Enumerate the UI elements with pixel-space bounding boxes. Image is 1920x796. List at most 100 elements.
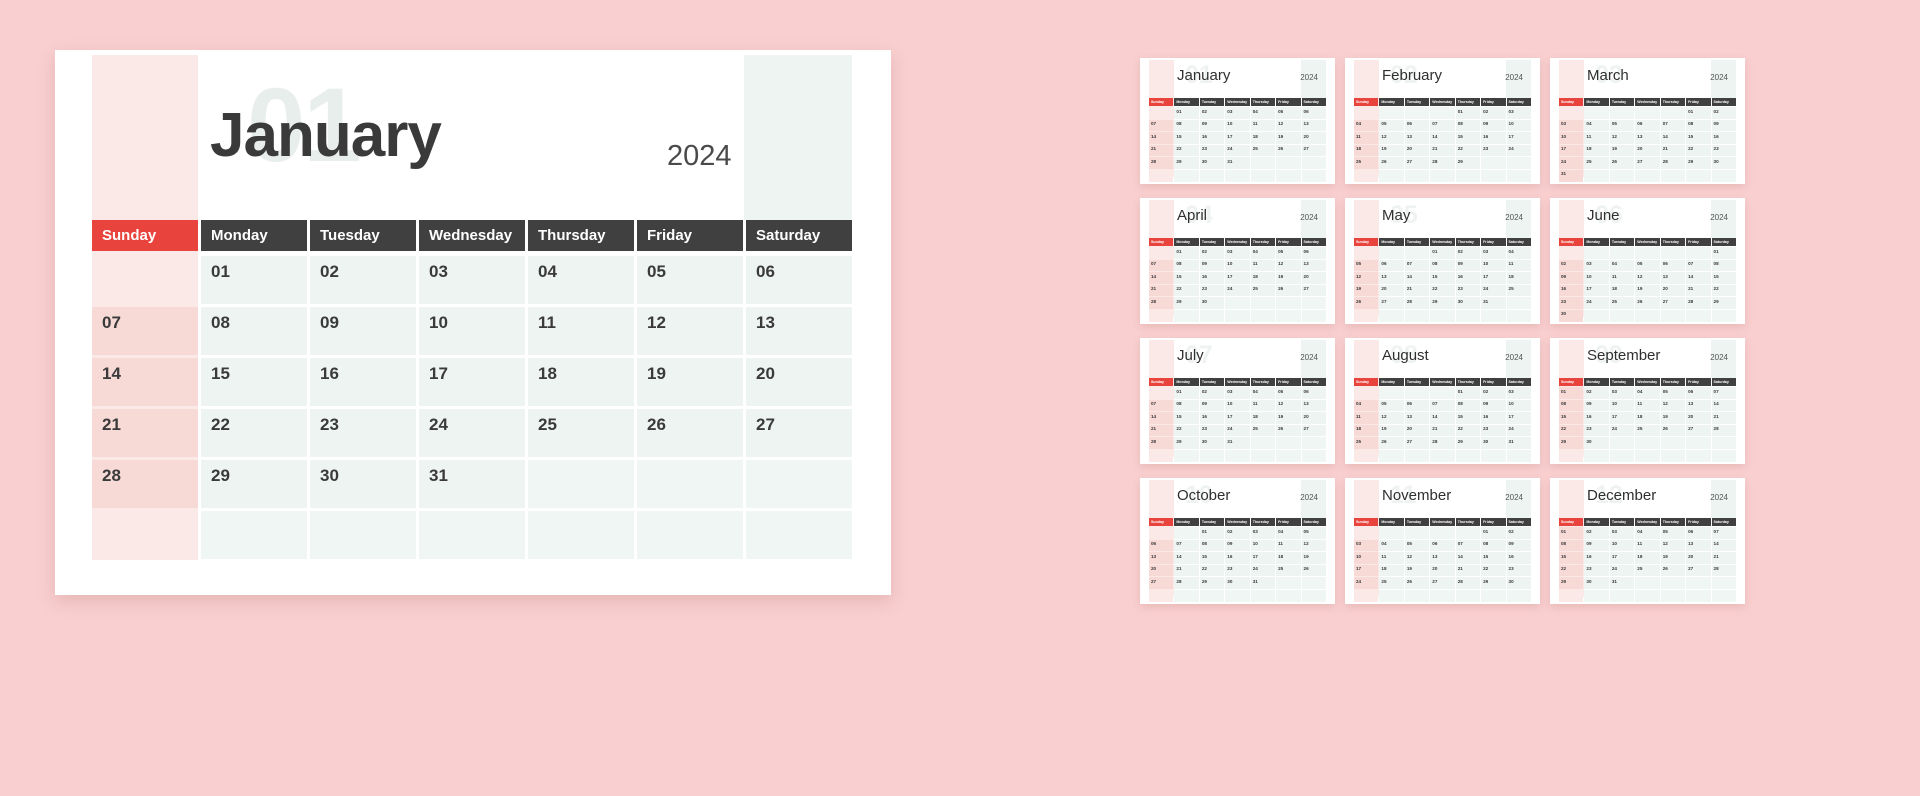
mini-date-cell[interactable]: 13 <box>1404 412 1430 424</box>
mini-date-cell[interactable]: 23 <box>1584 564 1609 577</box>
mini-date-cell[interactable]: 26 <box>1379 157 1404 169</box>
mini-date-cell[interactable]: 19 <box>1609 144 1635 157</box>
mini-date-cell[interactable]: 09 <box>1199 399 1225 412</box>
mini-date-cell[interactable]: 16 <box>1584 412 1609 424</box>
mini-date-cell[interactable]: 28 <box>1660 157 1686 169</box>
mini-date-cell[interactable]: 07 <box>1711 387 1736 399</box>
mini-date-cell[interactable]: 27 <box>1686 564 1711 577</box>
mini-date-cell[interactable]: 09 <box>1455 259 1481 272</box>
mini-date-cell[interactable]: 02 <box>1455 247 1481 259</box>
mini-date-cell[interactable]: 20 <box>1149 564 1174 577</box>
mini-date-cell[interactable]: 01 <box>1686 107 1711 119</box>
mini-date-cell[interactable]: 14 <box>1404 272 1430 284</box>
date-cell[interactable]: 09 <box>310 307 416 355</box>
mini-date-cell[interactable]: 19 <box>1660 412 1686 424</box>
mini-date-cell[interactable]: 30 <box>1225 577 1250 589</box>
mini-date-cell[interactable]: 27 <box>1301 424 1326 437</box>
mini-date-cell[interactable]: 08 <box>1174 399 1199 412</box>
mini-date-cell[interactable]: 19 <box>1404 564 1430 577</box>
mini-date-cell[interactable]: 16 <box>1481 132 1506 144</box>
mini-date-cell[interactable]: 30 <box>1506 577 1531 589</box>
mini-date-cell[interactable]: 03 <box>1559 119 1584 132</box>
date-cell[interactable]: 19 <box>637 358 743 406</box>
mini-date-cell[interactable]: 14 <box>1455 552 1481 564</box>
mini-date-cell[interactable]: 18 <box>1250 272 1276 284</box>
mini-date-cell[interactable]: 16 <box>1506 552 1531 564</box>
mini-date-cell[interactable]: 06 <box>1149 539 1174 552</box>
date-cell[interactable]: 28 <box>92 460 198 508</box>
mini-calendar-april[interactable]: 04 April 2024 Sunday Monday Tuesday Wednesday T… <box>1140 198 1335 324</box>
mini-date-cell[interactable]: 28 <box>1430 437 1455 449</box>
mini-date-cell[interactable]: 07 <box>1149 259 1174 272</box>
mini-date-cell[interactable]: 09 <box>1559 272 1584 284</box>
mini-date-cell[interactable]: 11 <box>1354 132 1379 144</box>
mini-date-cell[interactable]: 17 <box>1609 552 1635 564</box>
mini-date-cell[interactable]: 03 <box>1481 247 1506 259</box>
mini-date-cell[interactable]: 12 <box>1379 132 1404 144</box>
mini-date-cell[interactable]: 01 <box>1455 387 1481 399</box>
mini-date-cell[interactable]: 31 <box>1225 157 1250 169</box>
mini-date-cell[interactable]: 27 <box>1430 577 1455 589</box>
mini-date-cell[interactable]: 25 <box>1635 564 1660 577</box>
date-cell[interactable]: 10 <box>419 307 525 355</box>
mini-date-cell[interactable]: 07 <box>1455 539 1481 552</box>
mini-date-cell[interactable]: 11 <box>1609 272 1635 284</box>
mini-date-cell[interactable]: 25 <box>1506 284 1531 297</box>
mini-date-cell[interactable]: 24 <box>1225 144 1250 157</box>
mini-calendar-june[interactable]: 06 June 2024 Sunday Monday Tuesday Wednesday Th… <box>1550 198 1745 324</box>
mini-date-cell[interactable]: 21 <box>1149 144 1174 157</box>
mini-date-cell[interactable]: 10 <box>1225 119 1250 132</box>
date-cell[interactable]: 31 <box>419 460 525 508</box>
mini-date-cell[interactable]: 13 <box>1149 552 1174 564</box>
mini-date-cell[interactable]: 01 <box>1481 527 1506 539</box>
mini-date-cell[interactable]: 17 <box>1584 284 1609 297</box>
date-cell[interactable]: 25 <box>528 409 634 457</box>
mini-date-cell[interactable]: 01 <box>1174 107 1199 119</box>
mini-calendar-may[interactable]: 05 May 2024 Sunday Monday Tuesday Wednesday Thu… <box>1345 198 1540 324</box>
mini-date-cell[interactable]: 26 <box>1301 564 1326 577</box>
mini-date-cell[interactable]: 14 <box>1149 412 1174 424</box>
mini-date-cell[interactable]: 23 <box>1199 284 1225 297</box>
mini-date-cell[interactable]: 12 <box>1660 399 1686 412</box>
mini-date-cell[interactable]: 29 <box>1174 297 1199 309</box>
mini-date-cell[interactable]: 04 <box>1354 399 1379 412</box>
mini-date-cell[interactable]: 02 <box>1481 387 1506 399</box>
mini-date-cell[interactable]: 22 <box>1686 144 1711 157</box>
mini-date-cell[interactable]: 22 <box>1174 144 1199 157</box>
mini-date-cell[interactable]: 28 <box>1686 297 1711 309</box>
mini-date-cell[interactable]: 04 <box>1354 119 1379 132</box>
mini-date-cell[interactable]: 04 <box>1635 527 1660 539</box>
mini-date-cell[interactable]: 24 <box>1584 297 1609 309</box>
mini-date-cell[interactable]: 21 <box>1430 144 1455 157</box>
mini-date-cell[interactable]: 27 <box>1379 297 1404 309</box>
mini-date-cell[interactable]: 07 <box>1149 399 1174 412</box>
mini-date-cell[interactable]: 08 <box>1686 119 1711 132</box>
mini-date-cell[interactable]: 06 <box>1301 247 1326 259</box>
mini-date-cell[interactable]: 13 <box>1301 259 1326 272</box>
mini-date-cell[interactable]: 01 <box>1430 247 1455 259</box>
mini-date-cell[interactable]: 25 <box>1250 424 1276 437</box>
mini-date-cell[interactable]: 21 <box>1174 564 1199 577</box>
mini-date-cell[interactable]: 11 <box>1584 132 1609 144</box>
date-cell[interactable]: 30 <box>310 460 416 508</box>
mini-date-cell[interactable]: 27 <box>1404 157 1430 169</box>
mini-date-cell[interactable]: 10 <box>1225 399 1250 412</box>
mini-date-cell[interactable]: 09 <box>1481 399 1506 412</box>
mini-date-cell[interactable]: 30 <box>1481 437 1506 449</box>
mini-date-cell[interactable]: 10 <box>1506 399 1531 412</box>
mini-date-cell[interactable]: 03 <box>1584 259 1609 272</box>
mini-date-cell[interactable]: 02 <box>1199 107 1225 119</box>
mini-date-cell[interactable]: 16 <box>1199 272 1225 284</box>
mini-date-cell[interactable]: 09 <box>1199 259 1225 272</box>
mini-date-cell[interactable]: 07 <box>1174 539 1199 552</box>
mini-date-cell[interactable]: 05 <box>1276 107 1301 119</box>
mini-date-cell[interactable]: 11 <box>1250 399 1276 412</box>
mini-date-cell[interactable]: 20 <box>1686 412 1711 424</box>
date-cell[interactable]: 23 <box>310 409 416 457</box>
mini-date-cell[interactable]: 23 <box>1584 424 1609 437</box>
mini-date-cell[interactable]: 14 <box>1430 132 1455 144</box>
mini-date-cell[interactable]: 21 <box>1149 284 1174 297</box>
mini-date-cell[interactable]: 15 <box>1430 272 1455 284</box>
mini-date-cell[interactable]: 23 <box>1506 564 1531 577</box>
mini-date-cell[interactable]: 02 <box>1711 107 1736 119</box>
